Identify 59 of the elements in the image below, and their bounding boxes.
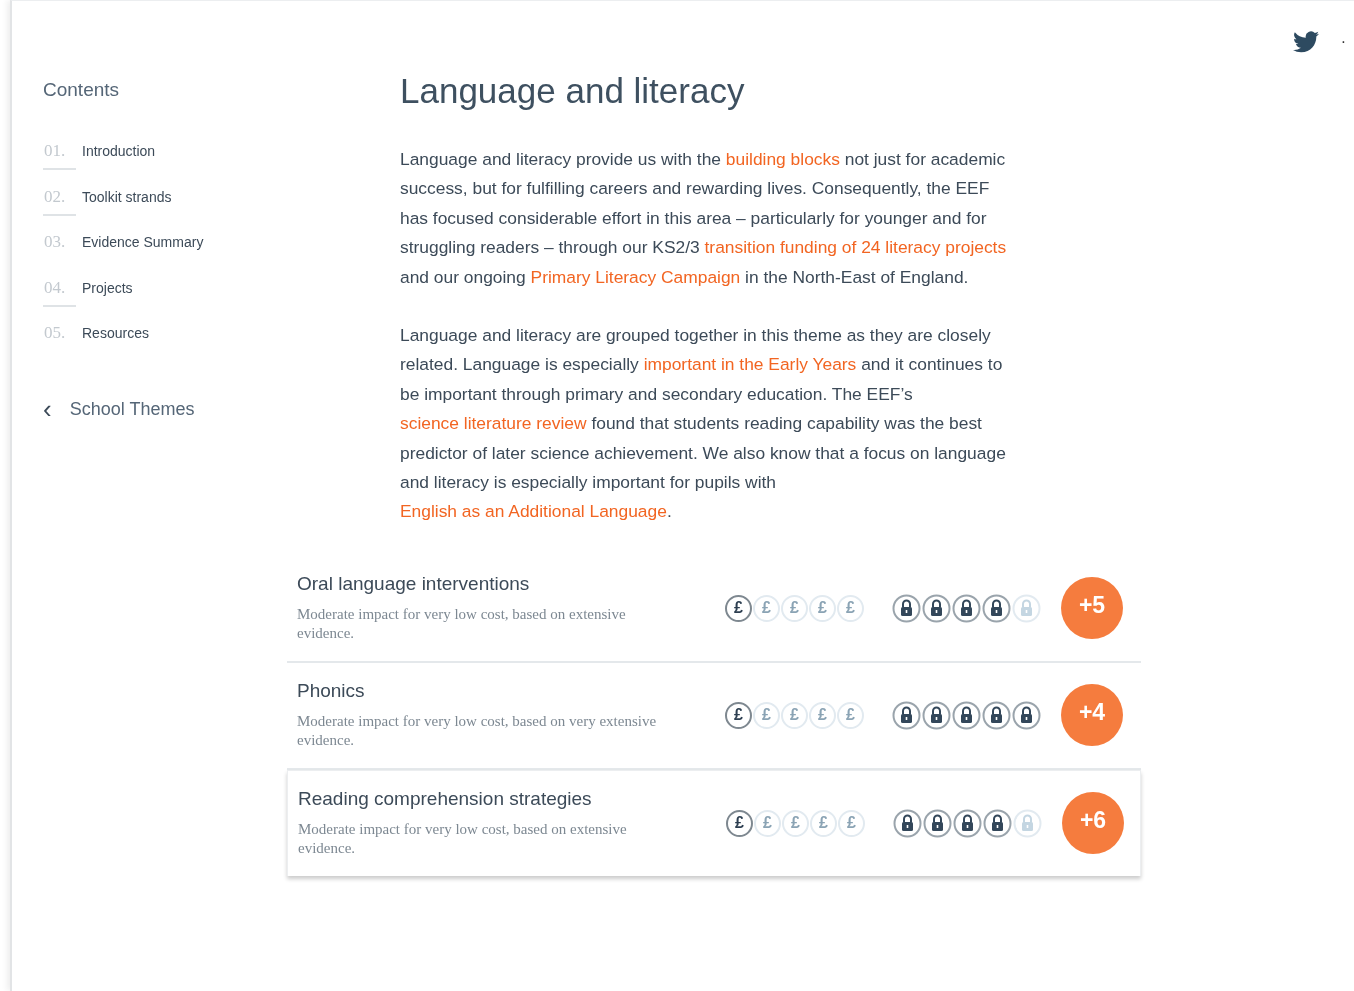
strand-title: Phonics <box>297 680 366 703</box>
item-number: 04. <box>44 277 67 298</box>
padlock-icon <box>922 700 951 730</box>
padlock-icon <box>1012 700 1041 730</box>
item-number: 05. <box>44 323 67 343</box>
strand-summary: Moderate impact for very low cost, based on extensive evidence. <box>297 605 627 644</box>
pound-coin: £ <box>725 594 752 622</box>
item-number: 01. <box>44 141 67 161</box>
strand-card[interactable]: Phonics Moderate impact for very low cost, based on very extensive evidence. £ £ £ £ £ +4 <box>287 662 1141 770</box>
padlock-icon <box>892 700 921 730</box>
pound-coin: £ <box>726 809 753 837</box>
pound-coin: £ <box>754 809 781 837</box>
strand-summary: Moderate impact for very low cost, based on extensive evidence. <box>298 820 628 859</box>
page-title: Language and literacy <box>400 71 746 111</box>
padlock-icon <box>953 808 982 838</box>
strand-summary: Moderate impact for very low cost, based on very extensive evidence. <box>297 712 658 751</box>
body-paragraph: Language and literacy provide us with the building blocks not just for academic success, but for fulfilling careers and rewarding lives. Consequently, the EEF has focused considerable effort in this area – particularly for younger and for struggling readers – through our KS2/3 transition funding of 24 literacy projects and our ongoing Primary Literacy Campaign in the North-East of England. <box>400 148 1008 289</box>
pound-coin: £ <box>809 701 836 729</box>
padlock-icon <box>1012 593 1041 623</box>
contents-heading: Contents <box>43 79 121 101</box>
impact-badge: +6 <box>1062 792 1124 855</box>
impact-badge: +5 <box>1061 577 1123 640</box>
contents-link[interactable]: Toolkit strands <box>82 188 172 205</box>
pound-coin: £ <box>782 809 809 837</box>
pound-coin: £ <box>781 701 808 729</box>
padlock-icon <box>983 808 1012 838</box>
pound-coin: £ <box>781 594 808 622</box>
contents-link[interactable]: Evidence Summary <box>82 234 204 250</box>
contents-link[interactable]: Introduction <box>82 143 156 159</box>
back-link[interactable]: ‹ School Themes <box>43 398 282 420</box>
padlock-icon <box>893 808 922 838</box>
padlock-icon <box>922 593 951 623</box>
padlock-icon <box>892 593 921 623</box>
strand-title: Reading comprehension strategies <box>298 788 593 811</box>
impact-badge: +4 <box>1061 684 1123 747</box>
padlock-icon <box>952 593 981 623</box>
separator-dot: · <box>1340 33 1346 51</box>
twitter-bird-icon[interactable] <box>1292 31 1319 53</box>
pound-coin: £ <box>810 809 837 837</box>
pound-coin: £ <box>753 701 780 729</box>
pound-coin: £ <box>753 594 780 622</box>
item-number: 03. <box>44 232 67 252</box>
strand-title: Oral language interventions <box>297 573 531 596</box>
pound-coin: £ <box>809 594 836 622</box>
pound-coin: £ <box>725 701 752 729</box>
body-paragraph: Language and literacy are grouped together in this theme as they are closely related. Language is especially important in the Early Years and it continues to be important through primary and secondary education. The EEF’s science literature review found that students reading capability was the best predictor of later science achievement. We also know that a focus on language and literacy is especially important for pupils with English as an Additional Language. <box>400 324 1007 524</box>
pound-coin: £ <box>837 701 864 729</box>
strand-card[interactable]: Oral language interventions Moderate impact for very low cost, based on extensive evidence. £ £ £ £ £ +5 <box>287 555 1141 663</box>
padlock-icon <box>982 700 1011 730</box>
padlock-icon <box>923 808 952 838</box>
contents-link[interactable]: Projects <box>82 279 133 296</box>
padlock-icon <box>982 593 1011 623</box>
contents-link[interactable]: Resources <box>82 325 149 341</box>
padlock-icon <box>1013 808 1042 838</box>
strand-card[interactable]: Reading comprehension strategies Moderate impact for very low cost, based on extensive evidence. £ £ £ £ £ +6 <box>287 769 1141 876</box>
pound-coin: £ <box>838 809 865 837</box>
item-number: 02. <box>44 186 67 207</box>
pound-coin: £ <box>837 594 864 622</box>
padlock-icon <box>952 700 981 730</box>
